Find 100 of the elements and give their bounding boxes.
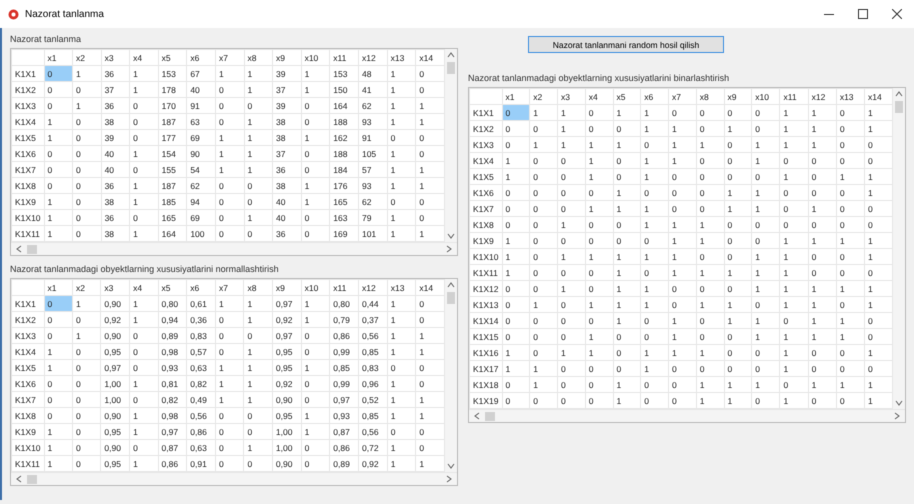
table-cell[interactable]: 0: [130, 162, 158, 178]
row-header[interactable]: K1X15: [469, 328, 502, 344]
table-cell[interactable]: 0,90: [100, 408, 130, 424]
table-cell[interactable]: 1: [640, 168, 669, 184]
table-cell[interactable]: 1: [301, 66, 330, 82]
table-cell[interactable]: 0: [502, 184, 530, 200]
table-cell[interactable]: 1: [387, 392, 416, 408]
vertical-scrollbar[interactable]: [445, 279, 457, 472]
table-cell[interactable]: 1: [640, 104, 669, 120]
table-cell[interactable]: 1: [301, 424, 330, 440]
scroll-up-icon[interactable]: [447, 281, 456, 289]
table-cell[interactable]: 40: [272, 194, 302, 210]
table-cell[interactable]: 1: [130, 312, 158, 328]
table-cell[interactable]: 0: [72, 408, 101, 424]
table-cell[interactable]: 0,63: [186, 360, 216, 376]
table-cell[interactable]: 0: [530, 328, 558, 344]
row-header[interactable]: K1X8: [12, 408, 44, 424]
table-cell[interactable]: 0,81: [158, 376, 187, 392]
table-cell[interactable]: 0: [72, 210, 102, 226]
table-cell[interactable]: 0: [696, 280, 724, 296]
table-cell[interactable]: 0: [558, 184, 586, 200]
table-cell[interactable]: 1: [558, 216, 586, 232]
table-cell[interactable]: 41: [358, 82, 388, 98]
table-cell[interactable]: 0: [668, 104, 696, 120]
table-cell[interactable]: 0: [585, 360, 614, 376]
table-cell[interactable]: 0,49: [186, 392, 216, 408]
table-cell[interactable]: 1: [696, 344, 724, 360]
table-cell[interactable]: 1: [640, 200, 669, 216]
table-cell[interactable]: 0: [72, 440, 101, 456]
row-header[interactable]: K1X17: [469, 360, 502, 376]
table-cell[interactable]: 0,98: [158, 408, 187, 424]
table-cell[interactable]: 1: [244, 376, 272, 392]
column-header[interactable]: x11: [330, 280, 359, 296]
table-cell[interactable]: 0: [780, 184, 808, 200]
table-cell[interactable]: 0,89: [158, 328, 187, 344]
table-cell[interactable]: 0,56: [358, 328, 388, 344]
table-cell[interactable]: 1: [808, 232, 836, 248]
table-cell[interactable]: 0: [640, 312, 669, 328]
table-cell[interactable]: 57: [358, 162, 388, 178]
table-cell[interactable]: 0: [585, 280, 614, 296]
table-cell[interactable]: 0: [558, 296, 586, 312]
table-cell[interactable]: 177: [158, 130, 187, 146]
table-cell[interactable]: 0: [668, 184, 696, 200]
table-cell[interactable]: 1: [387, 376, 416, 392]
table-cell[interactable]: 184: [330, 162, 358, 178]
scroll-down-icon[interactable]: [447, 232, 456, 240]
table-cell[interactable]: 0: [808, 344, 836, 360]
column-header[interactable]: x5: [613, 88, 641, 104]
table-cell[interactable]: 0: [387, 360, 416, 376]
table-cell[interactable]: 1: [387, 344, 416, 360]
table-cell[interactable]: 0,99: [330, 344, 359, 360]
table-cell[interactable]: 0: [558, 328, 586, 344]
table-cell[interactable]: 1: [387, 82, 416, 98]
table-cell[interactable]: 0: [301, 328, 330, 344]
table-cell[interactable]: 0: [696, 312, 724, 328]
column-header[interactable]: x6: [640, 88, 669, 104]
table-cell[interactable]: 48: [358, 66, 388, 82]
table-cell[interactable]: 0: [72, 194, 102, 210]
table-cell[interactable]: 0: [301, 440, 330, 456]
table-cell[interactable]: 105: [358, 146, 388, 162]
table-cell[interactable]: 1: [130, 376, 158, 392]
scroll-down-icon[interactable]: [447, 462, 456, 470]
table-cell[interactable]: 0: [502, 280, 530, 296]
table-cell[interactable]: 0: [808, 248, 836, 264]
column-header[interactable]: x6: [186, 50, 216, 66]
table-cell[interactable]: 0: [130, 98, 158, 114]
row-header[interactable]: K1X1: [12, 296, 44, 312]
table-cell[interactable]: 0: [836, 104, 865, 120]
table-cell[interactable]: 0: [216, 210, 244, 226]
table-cell[interactable]: 0: [72, 312, 101, 328]
table-cell[interactable]: 0: [668, 296, 696, 312]
horizontal-scrollbar[interactable]: [468, 409, 905, 422]
row-header[interactable]: K1X5: [12, 130, 44, 146]
row-header[interactable]: K1X14: [469, 312, 502, 328]
table-cell[interactable]: 0,97: [100, 360, 130, 376]
table-cell[interactable]: 0: [558, 200, 586, 216]
table-cell[interactable]: 38: [101, 194, 130, 210]
table-cell[interactable]: 1: [558, 136, 586, 152]
table-cell[interactable]: 0: [502, 104, 530, 120]
table-cell[interactable]: 1: [585, 344, 614, 360]
table-cell[interactable]: 1: [613, 280, 641, 296]
table-cell[interactable]: 176: [330, 178, 358, 194]
table-cell[interactable]: 0: [72, 360, 101, 376]
row-header[interactable]: K1X11: [469, 264, 502, 280]
table-cell[interactable]: 1: [216, 66, 244, 82]
table-cell[interactable]: 40: [186, 82, 216, 98]
table-cell[interactable]: 1: [387, 114, 416, 130]
table-cell[interactable]: 0,79: [330, 312, 359, 328]
row-header[interactable]: K1X2: [469, 120, 502, 136]
table-cell[interactable]: 1: [72, 296, 101, 312]
table-cell[interactable]: 0,95: [100, 424, 130, 440]
table-cell[interactable]: 0: [244, 424, 272, 440]
table-cell[interactable]: 0,86: [330, 328, 359, 344]
column-header[interactable]: x5: [158, 50, 187, 66]
table-cell[interactable]: 0: [502, 312, 530, 328]
table-cell[interactable]: 0: [613, 328, 641, 344]
table-cell[interactable]: 1: [724, 264, 752, 280]
column-header[interactable]: x7: [216, 50, 244, 66]
table-cell[interactable]: 40: [272, 210, 302, 226]
table-cell[interactable]: 1: [216, 130, 244, 146]
